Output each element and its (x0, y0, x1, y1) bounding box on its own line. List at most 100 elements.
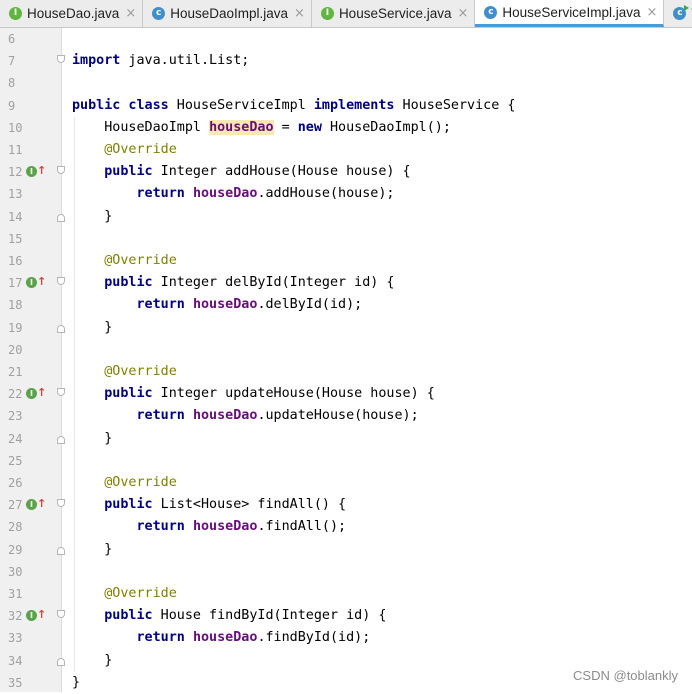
code-text[interactable]: HouseDaoImpl houseDao = new HouseDaoImpl… (72, 117, 451, 139)
code-text[interactable]: } (72, 428, 112, 450)
code-token-kw: return (136, 186, 185, 202)
fold-start-icon[interactable] (57, 277, 65, 286)
tab-housedao-java[interactable]: I HouseDao.java × (0, 0, 144, 27)
fold-end-icon[interactable] (57, 213, 65, 222)
code-text[interactable]: public Integer addHouse(House house) { (72, 161, 410, 183)
code-text[interactable]: } (72, 650, 112, 672)
fold-end-icon[interactable] (57, 324, 65, 333)
close-tab-icon[interactable]: × (458, 6, 469, 21)
fold-start-icon[interactable] (57, 55, 65, 64)
fold-end-icon[interactable] (57, 435, 65, 444)
code-token: .findById(id); (257, 630, 371, 646)
implements-method-icon[interactable]: I ↑ (26, 497, 46, 512)
line-number[interactable]: 9 (8, 95, 15, 117)
fold-start-icon[interactable] (57, 166, 65, 175)
implements-method-icon[interactable]: I ↑ (26, 164, 46, 179)
line-number[interactable]: 24 (8, 428, 22, 450)
code-token: } (72, 541, 113, 557)
code-text[interactable]: } (72, 206, 112, 228)
code-token: } (72, 652, 113, 668)
code-token: Integer delById(Integer id) { (152, 275, 395, 291)
code-token: .findAll(); (257, 519, 347, 535)
line-number[interactable]: 17 (8, 272, 22, 294)
fold-end-icon[interactable] (57, 657, 65, 666)
fold-start-icon[interactable] (57, 388, 65, 397)
code-token-fld: houseDao (192, 519, 258, 535)
tab-houseservice-java[interactable]: I HouseService.java × (312, 0, 476, 27)
line-number[interactable]: 34 (8, 650, 22, 672)
code-text[interactable]: } (72, 539, 112, 561)
line-number[interactable]: 15 (8, 228, 22, 250)
code-text[interactable]: @Override (72, 139, 177, 161)
tab-houseserviceimpl-java[interactable]: c HouseServiceImpl.java × (475, 0, 665, 27)
line-number[interactable]: 14 (8, 206, 22, 228)
implements-method-icon[interactable]: I ↑ (26, 275, 46, 290)
tab-housedaoimpl-java[interactable]: c HouseDaoImpl.java × (143, 0, 312, 27)
line-number[interactable]: 12 (8, 161, 22, 183)
line-number[interactable]: 10 (8, 117, 22, 139)
code-text[interactable]: } (72, 317, 112, 339)
line-number[interactable]: 18 (8, 294, 22, 316)
fold-start-icon[interactable] (57, 610, 65, 619)
code-token: HouseService { (394, 97, 516, 113)
interface-file-icon: I (320, 7, 334, 20)
code-line: 29 } (0, 539, 692, 561)
line-number[interactable]: 30 (8, 561, 22, 583)
line-number[interactable]: 13 (8, 183, 22, 205)
code-text[interactable]: return houseDao.updateHouse(house); (72, 405, 419, 427)
line-number[interactable]: 35 (8, 672, 22, 694)
close-tab-icon[interactable]: × (125, 6, 136, 21)
line-number[interactable]: 20 (8, 339, 22, 361)
line-number[interactable]: 25 (8, 450, 22, 472)
code-text[interactable]: public House findById(Integer id) { (72, 605, 386, 627)
line-number[interactable]: 19 (8, 317, 22, 339)
code-text[interactable]: public Integer updateHouse(House house) … (72, 383, 435, 405)
code-text[interactable]: return houseDao.findById(id); (72, 627, 371, 649)
fold-start-icon[interactable] (57, 499, 65, 508)
code-token-kw: return (136, 519, 185, 535)
interface-dot-icon: I (26, 388, 37, 400)
close-tab-icon[interactable]: × (294, 6, 305, 21)
line-number[interactable]: 7 (8, 50, 15, 72)
line-number[interactable]: 32 (8, 605, 22, 627)
code-text[interactable]: @Override (72, 250, 177, 272)
code-text[interactable]: return houseDao.addHouse(house); (72, 183, 395, 205)
implements-method-icon[interactable]: I ↑ (26, 608, 46, 623)
line-number[interactable]: 31 (8, 583, 22, 605)
code-token-fld: houseDao (192, 630, 258, 646)
fold-end-icon[interactable] (57, 546, 65, 555)
line-number[interactable]: 26 (8, 472, 22, 494)
close-tab-icon[interactable]: × (646, 5, 657, 20)
line-number[interactable]: 6 (8, 28, 15, 50)
line-number[interactable]: 28 (8, 516, 22, 538)
code-text[interactable]: @Override (72, 583, 177, 605)
implements-method-icon[interactable]: I ↑ (26, 386, 46, 401)
line-number[interactable]: 23 (8, 405, 22, 427)
code-text[interactable]: public List<House> findAll() { (72, 494, 346, 516)
line-number[interactable]: 33 (8, 627, 22, 649)
code-text[interactable]: return houseDao.delById(id); (72, 294, 363, 316)
tab-testh[interactable]: cTestH (664, 0, 692, 27)
code-text[interactable]: public class HouseServiceImpl implements… (72, 95, 515, 117)
code-text[interactable]: import java.util.List; (72, 50, 249, 72)
line-number[interactable]: 16 (8, 250, 22, 272)
line-number[interactable]: 22 (8, 383, 22, 405)
code-text[interactable]: @Override (72, 472, 177, 494)
code-line: 20 (0, 339, 692, 361)
line-number[interactable]: 27 (8, 494, 22, 516)
line-number[interactable]: 29 (8, 539, 22, 561)
line-number[interactable]: 21 (8, 361, 22, 383)
line-number[interactable]: 8 (8, 72, 15, 94)
line-number[interactable]: 11 (8, 139, 22, 161)
code-token: HouseDaoImpl(); (321, 119, 451, 135)
code-text[interactable]: } (72, 672, 80, 694)
code-text[interactable]: return houseDao.findAll(); (72, 516, 347, 538)
code-line: 15 (0, 228, 692, 250)
tab-label: HouseService.java (338, 6, 452, 21)
code-text[interactable]: public Integer delById(Integer id) { (72, 272, 394, 294)
code-text[interactable]: @Override (72, 361, 177, 383)
interface-dot-icon: I (26, 277, 37, 289)
code-token-kw: new (297, 119, 322, 135)
